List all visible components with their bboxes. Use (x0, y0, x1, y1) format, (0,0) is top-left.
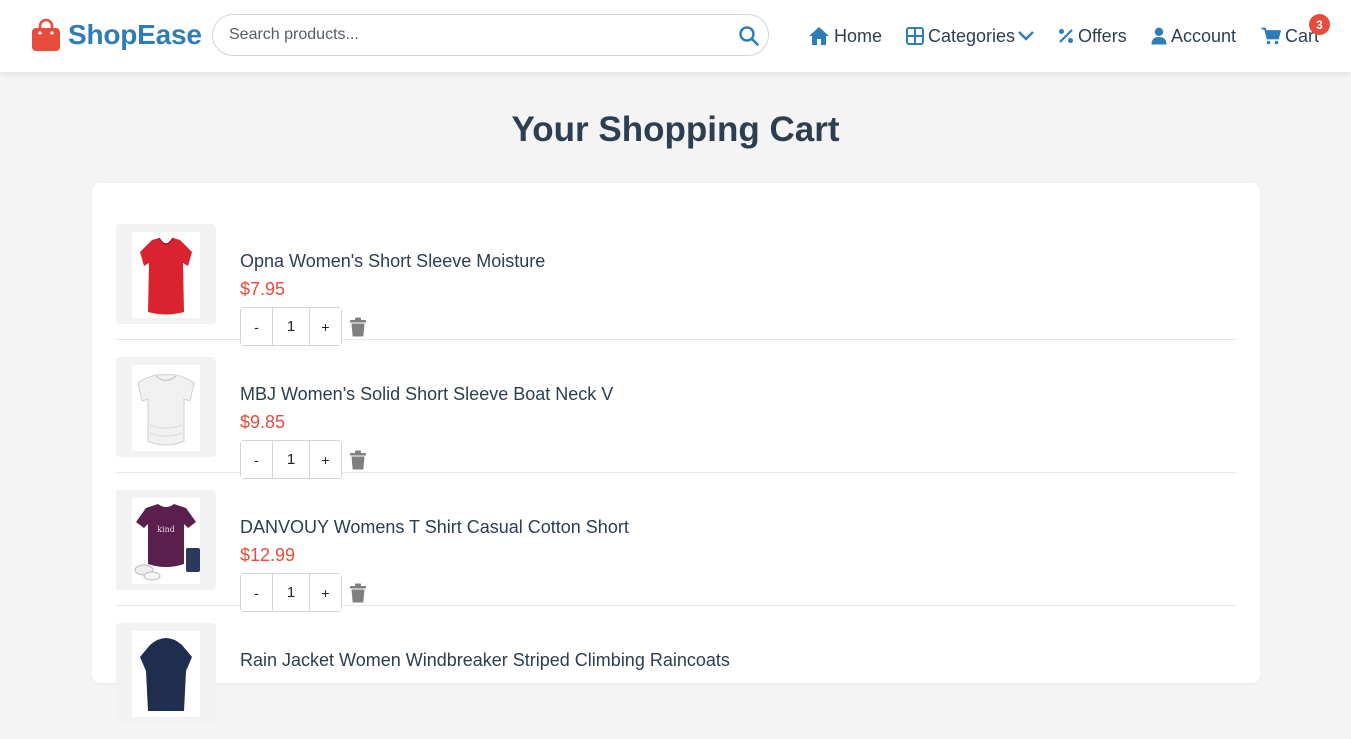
trash-icon[interactable] (349, 583, 367, 603)
item-price: $7.95 (240, 279, 286, 299)
page-title: Your Shopping Cart (511, 110, 840, 149)
cart-item: Opna Women's Short Sleeve Moisture $7.95… (116, 207, 1236, 346)
trash-icon[interactable] (349, 450, 367, 470)
item-price: $12.99 (240, 545, 296, 565)
nav-cart[interactable]: Cart 3 (1261, 14, 1330, 50)
user-icon (1151, 27, 1167, 45)
cart-panel: Opna Women's Short Sleeve Moisture $7.95… (92, 183, 1260, 723)
shopping-bag-icon (32, 18, 60, 51)
cart-count-badge: 3 (1309, 14, 1330, 35)
nav-offers-label: Offers (1078, 25, 1127, 46)
search-icon[interactable] (738, 25, 760, 47)
white-top-image (132, 365, 200, 451)
percent-icon (1059, 29, 1073, 43)
nav-categories-label: Categories (928, 25, 1016, 46)
cart-item: Rain Jacket Women Windbreaker Striped Cl… (116, 606, 1236, 739)
purple-tshirt-image: kind (132, 498, 200, 584)
nav-home-label: Home (834, 25, 883, 46)
item-title[interactable]: MBJ Women's Solid Short Sleeve Boat Neck… (240, 383, 613, 405)
cart-item: MBJ Women's Solid Short Sleeve Boat Neck… (116, 340, 1236, 479)
brand-name: ShopEase (68, 19, 202, 50)
cart-item: kind DANVOUY Womens T Shirt Casual Cotto… (116, 473, 1236, 612)
item-title[interactable]: Rain Jacket Women Windbreaker Striped Cl… (240, 649, 730, 671)
nav-account-label: Account (1171, 25, 1237, 46)
nav-account[interactable]: Account (1151, 22, 1236, 50)
nav-home[interactable]: Home (808, 22, 882, 50)
item-price: $9.85 (240, 412, 286, 432)
svg-text:kind: kind (157, 525, 175, 534)
trash-icon[interactable] (349, 317, 367, 337)
home-icon (809, 27, 829, 45)
chevron-down-icon (1018, 31, 1034, 41)
nav-offers[interactable]: Offers (1058, 22, 1127, 50)
brand-logo[interactable]: ShopEase (31, 18, 202, 52)
product-image[interactable] (116, 357, 216, 457)
site-header: ShopEase Home Categories (0, 0, 1351, 72)
item-title[interactable]: Opna Women's Short Sleeve Moisture (240, 250, 545, 272)
cart-icon (1261, 27, 1281, 45)
navy-jacket-image (132, 631, 200, 717)
search-input[interactable] (229, 15, 729, 55)
product-image[interactable] (116, 224, 216, 324)
search-bar (212, 14, 769, 56)
grid-icon (906, 27, 924, 45)
product-image[interactable] (116, 623, 216, 723)
product-image[interactable]: kind (116, 490, 216, 590)
red-tshirt-image (132, 232, 200, 318)
nav-categories[interactable]: Categories (906, 22, 1035, 50)
item-title[interactable]: DANVOUY Womens T Shirt Casual Cotton Sho… (240, 516, 629, 538)
